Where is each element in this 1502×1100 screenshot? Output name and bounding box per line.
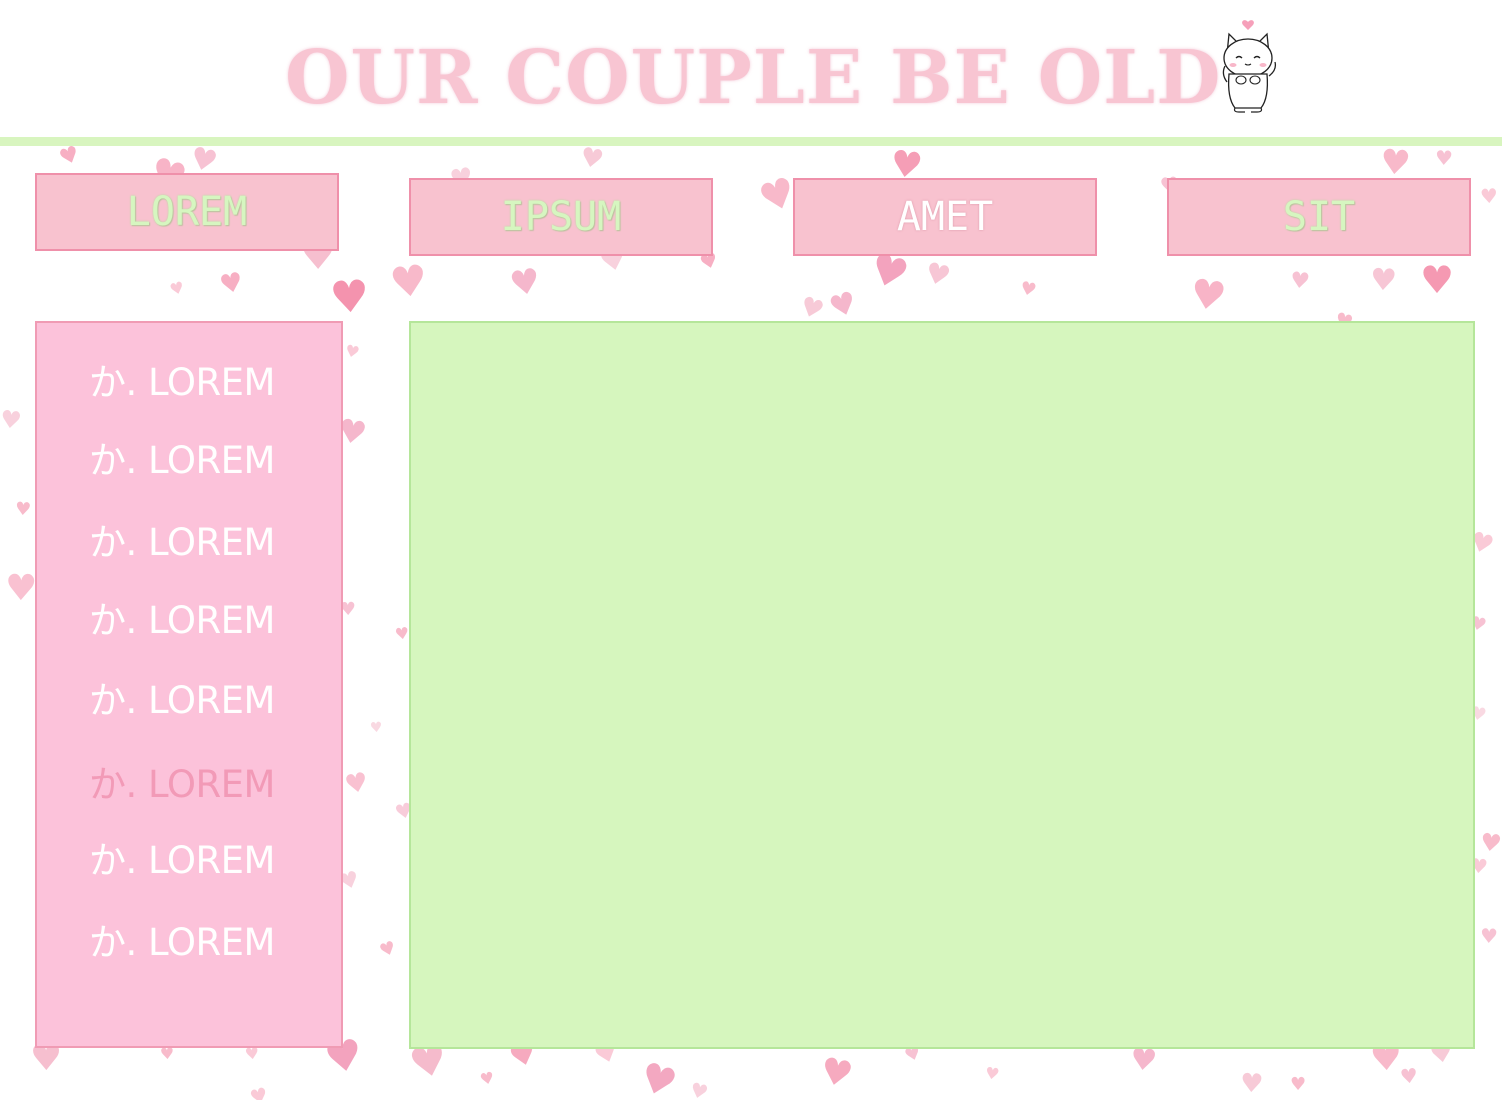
heart-icon: ♥ (342, 767, 371, 801)
heart-icon: ♥ (1398, 1063, 1420, 1089)
heart-icon: ♥ (1018, 277, 1039, 302)
heart-icon: ♥ (1369, 262, 1398, 299)
heart-icon: ♥ (247, 1082, 271, 1100)
heart-icon: ♥ (825, 284, 862, 327)
heart-icon: ♥ (506, 260, 544, 306)
heart-icon: ♥ (983, 1063, 1001, 1085)
heart-icon: ♥ (0, 404, 24, 436)
heart-icon: ♥ (159, 1043, 175, 1064)
heart-icon: ♥ (1288, 268, 1312, 295)
sidebar-item[interactable]: か. LOREM (89, 361, 275, 405)
heart-icon: ♥ (4, 567, 38, 610)
heart-icon: ♥ (1478, 827, 1502, 859)
nav-button-lorem[interactable]: LOREM (35, 173, 339, 251)
sidebar-item[interactable]: か. LOREM (89, 439, 275, 483)
heart-icon: ♥ (376, 936, 400, 963)
header: OUR COUPLE BE OLD (0, 0, 1502, 137)
sidebar-item[interactable]: か. LOREM (89, 921, 275, 965)
heart-icon: ♥ (1434, 146, 1454, 171)
sidebar-item[interactable]: か. LOREM (89, 599, 275, 643)
sidebar-item-active[interactable]: か. LOREM (89, 763, 275, 807)
heart-icon: ♥ (343, 340, 362, 363)
heart-icon: ♥ (1186, 270, 1230, 322)
cat-waving-icon (1222, 20, 1277, 113)
site-title: OUR COUPLE BE OLD (285, 35, 1222, 121)
content-panel (409, 321, 1475, 1049)
heart-icon: ♥ (1479, 183, 1499, 209)
heart-icon: ♥ (217, 266, 247, 302)
heart-icon: ♥ (478, 1067, 497, 1090)
heart-icon: ♥ (816, 1050, 857, 1097)
sidebar-item[interactable]: か. LOREM (89, 839, 275, 883)
heart-icon: ♥ (387, 254, 431, 309)
heart-icon: ♥ (56, 146, 84, 172)
sidebar-item[interactable]: か. LOREM (89, 521, 275, 565)
heart-icon: ♥ (1290, 1074, 1307, 1095)
heart-icon: ♥ (577, 146, 606, 176)
nav-button-amet[interactable]: AMET (793, 178, 1097, 256)
heart-icon: ♥ (14, 498, 32, 521)
header-divider (0, 137, 1502, 146)
nav-button-ipsum[interactable]: IPSUM (409, 178, 713, 256)
heart-icon: ♥ (328, 270, 372, 325)
heart-icon: ♥ (1420, 258, 1455, 302)
heart-icon: ♥ (369, 719, 384, 737)
sidebar-nav: か. LOREM か. LOREM か. LOREM か. LOREM か. L… (35, 321, 343, 1048)
heart-icon: ♥ (167, 277, 187, 300)
heart-icon: ♥ (687, 1077, 711, 1100)
heart-icon: ♥ (633, 1053, 683, 1100)
heart-icon: ♥ (393, 623, 411, 644)
sidebar-item[interactable]: か. LOREM (89, 679, 275, 723)
heart-icon: ♥ (921, 255, 955, 294)
heart-icon: ♥ (1128, 1041, 1159, 1080)
heart-icon: ♥ (1378, 146, 1413, 185)
heart-icon: ♥ (1239, 1068, 1265, 1100)
heart-icon: ♥ (1479, 923, 1499, 949)
nav-button-sit[interactable]: SIT (1167, 178, 1471, 256)
